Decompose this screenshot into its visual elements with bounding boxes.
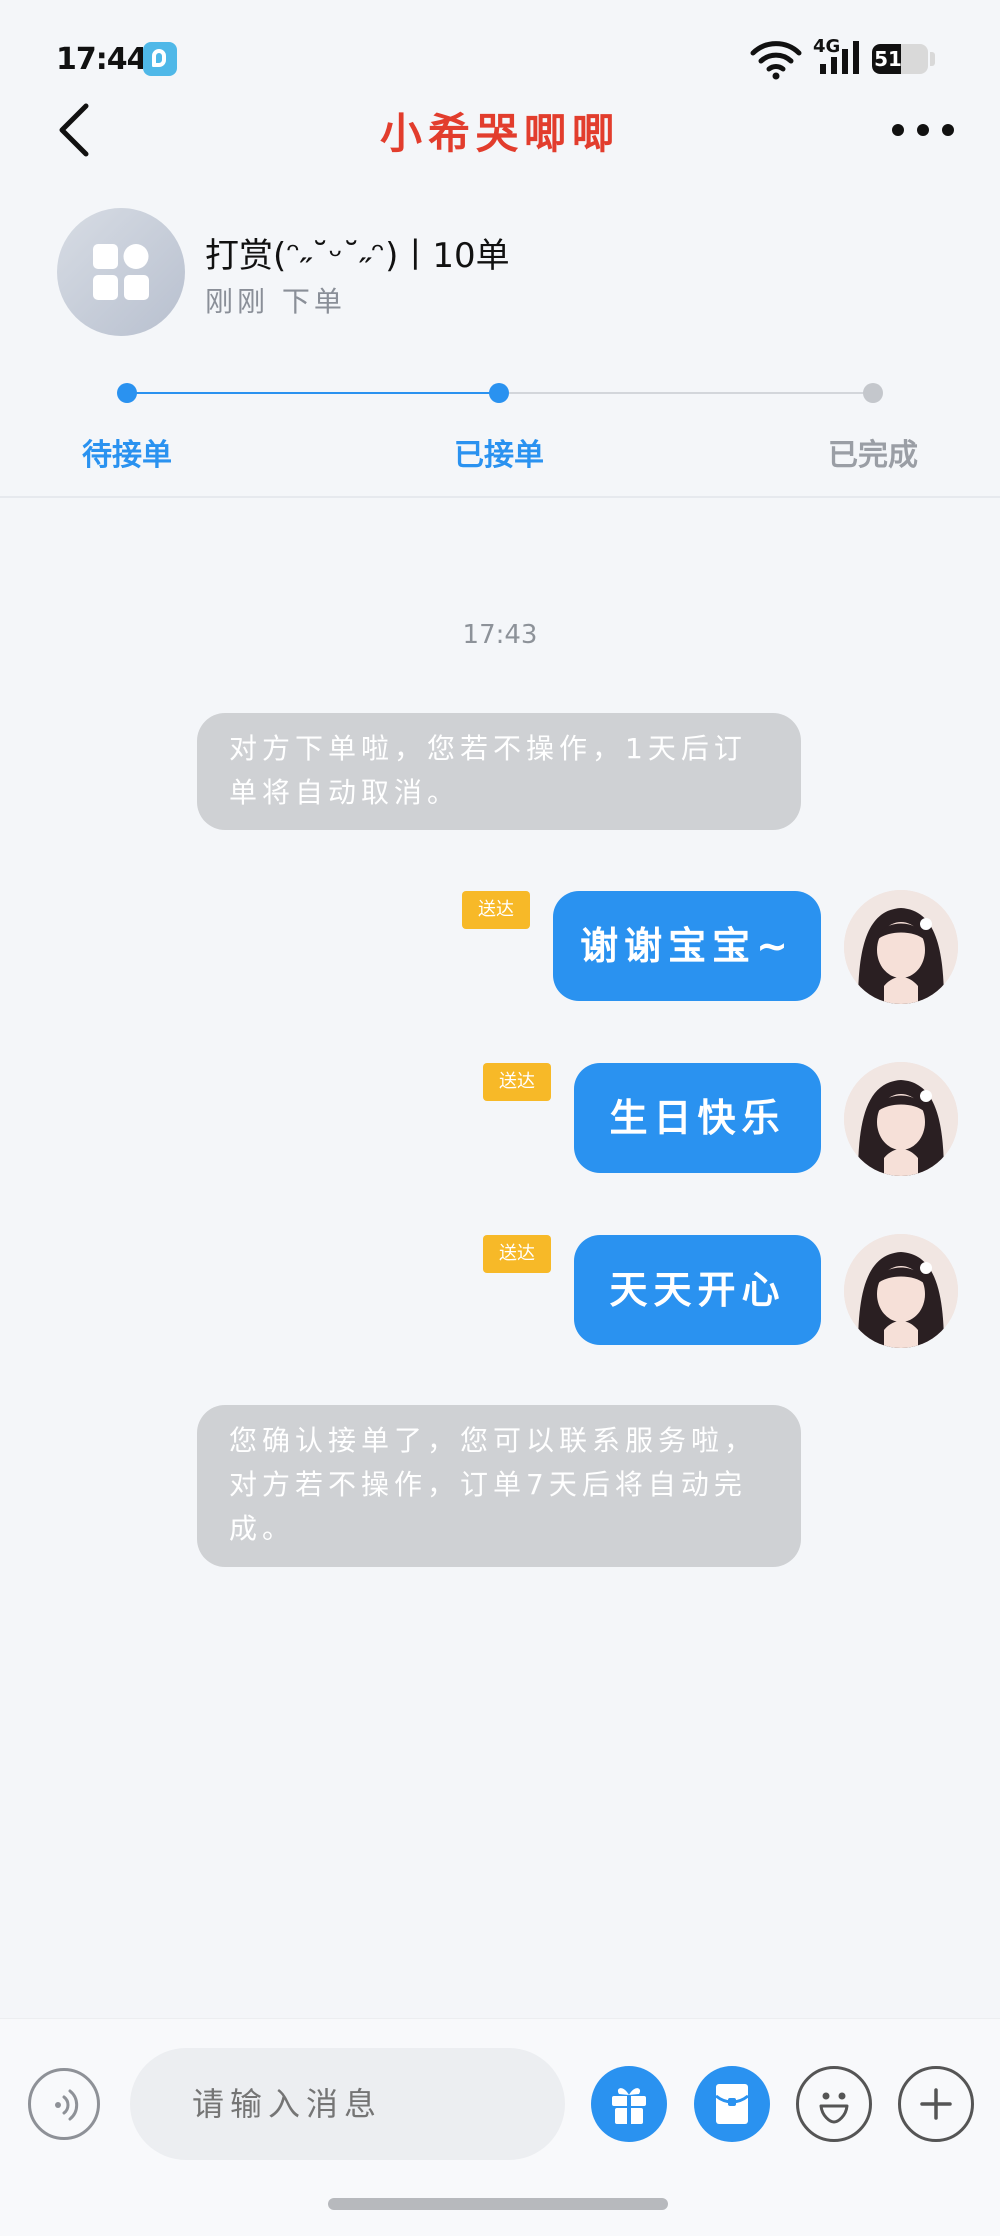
avatar[interactable] [844,1062,958,1176]
red-packet-button[interactable] [694,2066,770,2142]
avatar[interactable] [844,890,958,1004]
message-bubble[interactable]: 谢谢宝宝~ [553,891,821,1001]
system-message: 您确认接单了，您可以联系服务啦，对方若不操作，订单7天后将自动完成。 [197,1405,801,1567]
avatar-photo [844,1234,958,1348]
step-label-completed: 已完成 [828,438,918,473]
more-button[interactable] [888,110,958,150]
page-title: 小希哭唧唧 [379,109,620,158]
status-bar: 17:44 4G 51 [0,0,1000,110]
plus-button[interactable] [898,2066,974,2142]
message-input[interactable] [130,2048,565,2160]
progress-line-pending [499,392,873,394]
progress-line-done [127,392,499,394]
wifi-icon [750,41,802,80]
progress-dot-1 [117,383,137,403]
order-avatar[interactable] [57,208,185,336]
avatar-photo [844,890,958,1004]
voice-button[interactable] [28,2068,100,2140]
order-subtitle: 刚刚 下单 [205,285,346,318]
emoji-button[interactable] [796,2066,872,2142]
voice-icon [55,2089,79,2121]
more-dots-icon [892,124,954,136]
gift-icon [612,2088,646,2124]
red-packet-icon [715,2084,749,2124]
delivered-badge: 送达 [483,1063,551,1101]
battery-cap [930,52,935,66]
message-bubble[interactable]: 天天开心 [574,1235,821,1345]
step-label-accepted: 已接单 [454,438,544,473]
battery-icon: 51 [872,44,928,74]
status-time: 17:44 [56,42,147,77]
gift-button[interactable] [591,2066,667,2142]
signal-icon [820,41,859,74]
progress-dot-3 [863,383,883,403]
system-message: 对方下单啦，您若不操作，1天后订单将自动取消。 [197,713,801,830]
apps-grid-icon [93,244,149,300]
plus-icon [920,2088,952,2120]
step-label-pending-accept: 待接单 [82,438,172,473]
app-b-icon [143,42,177,76]
delivered-badge: 送达 [462,891,530,929]
progress-dot-2 [489,383,509,403]
chat-timestamp: 17:43 [462,620,538,650]
avatar-photo [844,1062,958,1176]
message-bubble[interactable]: 生日快乐 [574,1063,821,1173]
home-indicator[interactable] [328,2198,668,2210]
emoji-icon [819,2092,849,2124]
header-divider [0,496,1000,498]
delivered-badge: 送达 [483,1235,551,1273]
battery-level: 51 [874,47,902,71]
order-title[interactable]: 打赏(ᵔ˶˘ᵕ˘˶ᵔ)丨10单 [205,228,510,277]
avatar[interactable] [844,1234,958,1348]
